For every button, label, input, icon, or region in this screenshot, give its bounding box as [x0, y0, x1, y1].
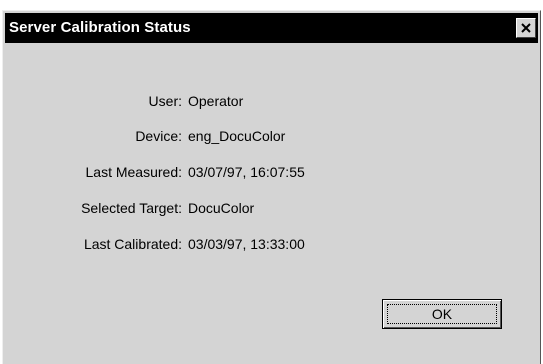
user-label: User: — [148, 93, 182, 109]
ok-button[interactable]: OK — [382, 299, 502, 329]
calibration-status-dialog: Server Calibration Status User: Operator… — [2, 10, 541, 364]
device-label: Device: — [135, 128, 182, 144]
last-measured-value: 03/07/97, 16:07:55 — [188, 164, 305, 180]
user-value: Operator — [188, 93, 244, 109]
info-row-last-measured: Last Measured: 03/07/97, 16:07:55 — [3, 164, 542, 182]
info-row-last-calibrated: Last Calibrated: 03/03/97, 13:33:00 — [3, 236, 542, 254]
window-title: Server Calibration Status — [9, 19, 191, 36]
info-row-selected-target: Selected Target: DocuColor — [3, 200, 542, 218]
selected-target-value: DocuColor — [188, 200, 255, 216]
selected-target-label: Selected Target: — [81, 200, 182, 216]
last-calibrated-label: Last Calibrated: — [83, 236, 182, 252]
info-row-user: User: Operator — [3, 93, 542, 111]
close-button[interactable] — [516, 18, 536, 38]
device-value: eng_DocuColor — [188, 128, 286, 144]
title-bar[interactable]: Server Calibration Status — [5, 13, 538, 43]
close-icon — [521, 23, 531, 33]
ok-button-label: OK — [431, 306, 453, 322]
info-row-device: Device: eng_DocuColor — [3, 128, 542, 146]
last-calibrated-value: 03/03/97, 13:33:00 — [188, 236, 305, 252]
last-measured-label: Last Measured: — [85, 164, 183, 180]
